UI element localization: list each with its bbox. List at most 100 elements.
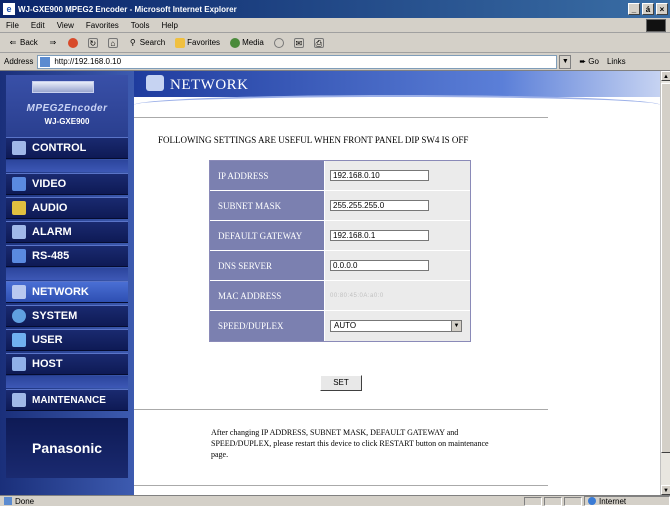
menu-tools[interactable]: Tools [125,21,156,30]
subnet-mask-input[interactable] [330,200,429,211]
ie-icon: e [3,3,15,15]
nav-alarm-label: ALARM [32,226,72,238]
nav-maintenance[interactable]: MAINTENANCE [6,389,128,411]
address-dropdown-button[interactable]: ▼ [559,54,572,69]
dns-server-input[interactable] [330,260,429,271]
nav-system[interactable]: SYSTEM [6,305,128,327]
speed-duplex-label: SPEED/DUPLEX [210,311,325,341]
links-button[interactable]: Links [607,57,626,66]
vertical-scrollbar[interactable]: ▲ ▼ [660,71,670,495]
status-bar: Done Internet [0,495,670,506]
nav-audio-label: AUDIO [32,202,68,214]
print-button[interactable]: ⎙ [309,37,329,48]
refresh-icon: ↻ [87,37,98,48]
system-icon [12,309,26,323]
nav-rs485[interactable]: RS-485 [6,245,128,267]
status-text: Done [15,496,35,506]
nav-alarm[interactable]: ALARM [6,221,128,243]
address-label: Address [4,57,34,66]
nav-user-label: USER [32,334,63,346]
scroll-thumb[interactable] [661,83,670,453]
forward-arrow-icon: ⇒ [49,37,57,47]
favorites-button[interactable]: Favorites [170,37,225,48]
speed-duplex-value: AUTO [334,321,357,330]
network-header-icon [146,75,164,91]
security-zone: Internet [584,496,670,506]
back-button[interactable]: ⇐ Back [3,38,43,48]
product-logo: MPEG2Encoder WJ-GXE900 [6,75,128,137]
audio-icon [12,201,26,215]
stop-icon [67,37,78,48]
back-arrow-icon: ⇐ [9,37,17,47]
window-title-bar: e WJ-GXE900 MPEG2 Encoder - Microsoft In… [0,0,670,18]
media-label: Media [242,38,264,47]
speed-duplex-row: SPEED/DUPLEX AUTO ▼ [210,311,470,341]
nav-system-label: SYSTEM [32,310,78,322]
left-navigation: MPEG2Encoder WJ-GXE900 CONTROL VIDEO AUD… [0,71,134,495]
nav-host[interactable]: HOST [6,353,128,375]
host-icon [12,357,26,371]
maintenance-icon [12,393,26,407]
nav-control[interactable]: CONTROL [6,137,128,159]
rs485-icon [12,249,26,263]
history-icon [273,37,284,48]
close-button[interactable]: × [656,3,668,15]
dns-server-cell [325,251,470,280]
video-icon [12,177,26,191]
forward-button[interactable]: ⇒ [43,38,63,48]
back-label: Back [20,38,38,47]
nav-video[interactable]: VIDEO [6,173,128,195]
speed-duplex-select[interactable]: AUTO ▼ [330,320,462,332]
maximize-button[interactable]: á [642,3,654,15]
menu-edit[interactable]: Edit [25,21,51,30]
scroll-up-button[interactable]: ▲ [661,71,670,81]
go-arrow-icon: ➨ [579,57,587,66]
ip-address-cell [325,161,470,190]
nav-audio[interactable]: AUDIO [6,197,128,219]
subnet-mask-label: SUBNET MASK [210,191,325,220]
minimize-button[interactable]: _ [628,3,640,15]
menu-help[interactable]: Help [155,21,183,30]
home-button[interactable]: ⌂ [103,37,123,48]
chevron-down-icon[interactable]: ▼ [451,321,461,331]
mail-button[interactable]: ✉ [289,37,309,48]
subnet-mask-row: SUBNET MASK [210,191,470,221]
media-button[interactable]: Media [225,37,269,48]
nav-separator [6,268,128,280]
media-icon [230,37,241,48]
logo-model: WJ-GXE900 [44,117,90,126]
status-text-area: Done [0,497,524,506]
network-settings-table: IP ADDRESS SUBNET MASK DEFAULT GATEWAY D… [209,160,471,342]
favorites-label: Favorites [187,38,221,47]
address-input[interactable]: http://192.168.0.10 [37,54,558,69]
nav-control-label: CONTROL [32,142,87,154]
scroll-down-button[interactable]: ▼ [661,485,670,495]
stop-button[interactable] [63,37,83,48]
nav-separator [6,376,128,388]
network-icon [12,285,26,299]
menu-favorites[interactable]: Favorites [80,21,125,30]
status-cell [524,496,542,506]
print-icon: ⎙ [313,37,324,48]
status-cell [564,496,582,506]
nav-network[interactable]: NETWORK [6,281,128,303]
nav-user[interactable]: USER [6,329,128,351]
user-icon [12,333,26,347]
menu-view[interactable]: View [51,21,80,30]
mac-address-row: MAC ADDRESS 00:80:45:0A:a0:0 [210,281,470,311]
refresh-button[interactable]: ↻ [83,37,103,48]
page-done-icon [4,497,12,505]
menu-file[interactable]: File [0,21,25,30]
nav-host-label: HOST [32,358,63,370]
ip-address-input[interactable] [330,170,429,181]
page-header: NETWORK [134,71,660,97]
default-gateway-label: DEFAULT GATEWAY [210,221,325,250]
windows-logo-icon [646,19,666,32]
nav-maintenance-label: MAINTENANCE [32,394,106,406]
go-button[interactable]: ➨ Go [575,57,603,66]
default-gateway-input[interactable] [330,230,429,241]
history-button[interactable] [269,37,289,48]
search-button[interactable]: ⚲ Search [123,38,170,48]
dns-server-row: DNS SERVER [210,251,470,281]
set-button[interactable]: SET [320,375,362,391]
